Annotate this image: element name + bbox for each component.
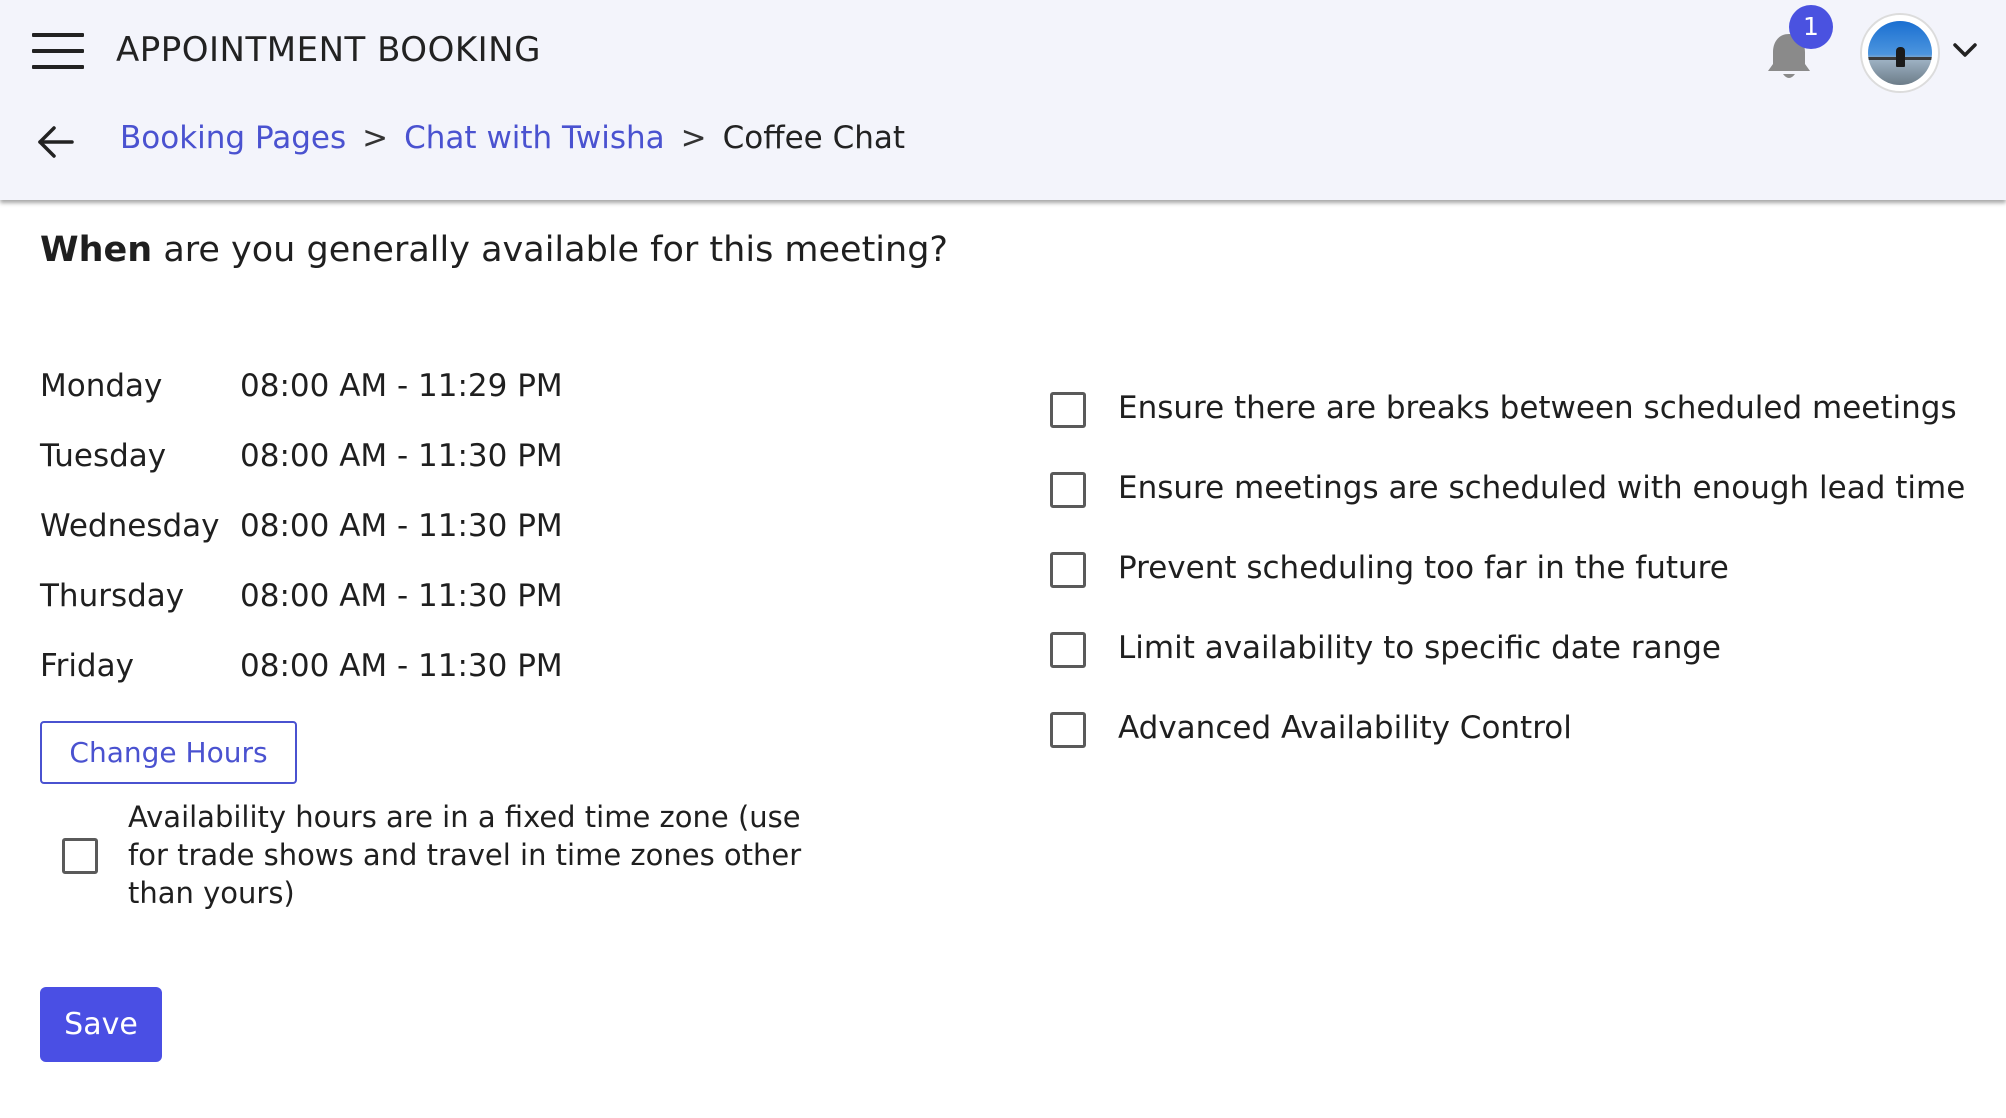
schedule-day: Thursday bbox=[40, 578, 185, 614]
question-bold: When bbox=[40, 230, 153, 270]
schedule-day: Wednesday bbox=[40, 508, 220, 544]
schedule-day: Tuesday bbox=[40, 438, 167, 474]
checkbox[interactable] bbox=[1050, 632, 1086, 668]
option-label: Advanced Availability Control bbox=[1118, 710, 1572, 746]
option-label: Limit availability to specific date rang… bbox=[1118, 630, 1721, 666]
avatar-image bbox=[1868, 21, 1932, 85]
question-text: are you generally available for this mee… bbox=[163, 230, 949, 270]
checkbox[interactable] bbox=[1050, 712, 1086, 748]
checkbox[interactable] bbox=[1050, 392, 1086, 428]
breadcrumb-current: Coffee Chat bbox=[722, 120, 906, 156]
app-title: APPOINTMENT BOOKING bbox=[116, 30, 541, 70]
chevron-down-icon[interactable] bbox=[1950, 38, 1980, 62]
schedule-hours: 08:00 AM - 11:29 PM bbox=[240, 368, 563, 404]
schedule-hours: 08:00 AM - 11:30 PM bbox=[240, 438, 563, 474]
checkbox[interactable] bbox=[1050, 472, 1086, 508]
option-label: Prevent scheduling too far in the future bbox=[1118, 550, 1729, 586]
schedule-hours: 08:00 AM - 11:30 PM bbox=[240, 648, 563, 684]
fixed-timezone-checkbox[interactable] bbox=[62, 838, 98, 874]
notification-badge: 1 bbox=[1789, 5, 1833, 49]
back-arrow-icon[interactable] bbox=[36, 124, 76, 160]
option-label: Ensure meetings are scheduled with enoug… bbox=[1118, 470, 1966, 506]
fixed-timezone-label: Availability hours are in a fixed time z… bbox=[128, 800, 802, 910]
breadcrumb-booking-pages[interactable]: Booking Pages bbox=[120, 120, 346, 156]
avatar[interactable] bbox=[1860, 13, 1940, 93]
checkbox[interactable] bbox=[1050, 552, 1086, 588]
breadcrumb-chat-with-twisha[interactable]: Chat with Twisha bbox=[404, 120, 665, 156]
schedule-day: Friday bbox=[40, 648, 134, 684]
save-button[interactable]: Save bbox=[40, 987, 162, 1062]
schedule-hours: 08:00 AM - 11:30 PM bbox=[240, 508, 563, 544]
app-header: APPOINTMENT BOOKING 1 Booking Pages > Ch… bbox=[0, 0, 2006, 200]
schedule-hours: 08:00 AM - 11:30 PM bbox=[240, 578, 563, 614]
breadcrumb: Booking Pages > Chat with Twisha > Coffe… bbox=[120, 120, 905, 156]
breadcrumb-separator: > bbox=[680, 120, 707, 156]
change-hours-button[interactable]: Change Hours bbox=[40, 721, 297, 784]
availability-question: When are you generally available for thi… bbox=[40, 230, 948, 270]
option-label: Ensure there are breaks between schedule… bbox=[1118, 390, 1957, 426]
schedule-day: Monday bbox=[40, 368, 163, 404]
breadcrumb-separator: > bbox=[362, 120, 389, 156]
menu-icon[interactable] bbox=[32, 33, 84, 69]
